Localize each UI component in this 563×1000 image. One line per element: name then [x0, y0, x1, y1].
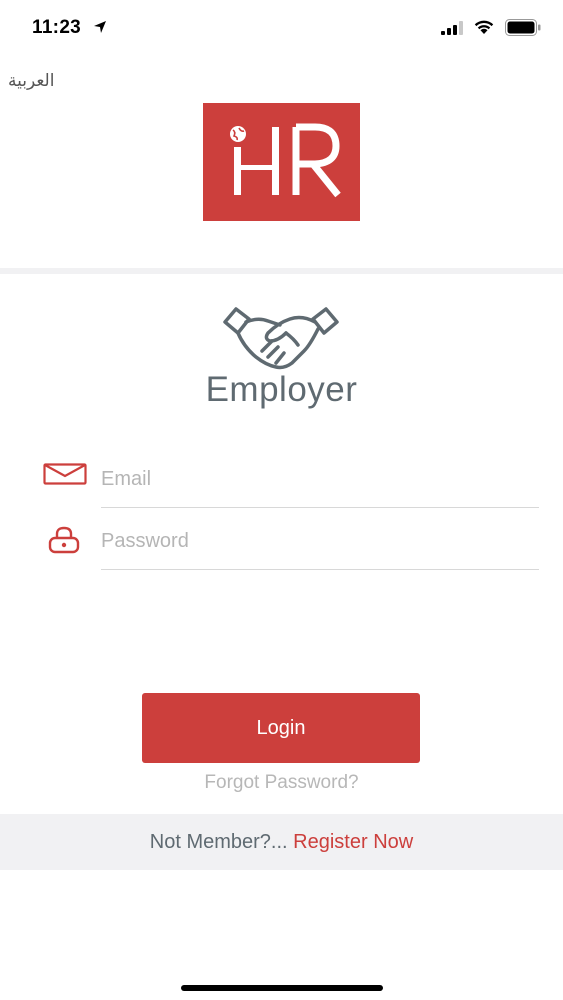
status-bar: 11:23 — [0, 0, 563, 56]
email-field — [101, 460, 539, 508]
battery-icon — [505, 19, 541, 36]
email-input[interactable] — [101, 460, 539, 498]
location-arrow-icon — [94, 21, 106, 33]
ihr-logo — [203, 103, 360, 221]
home-indicator — [181, 985, 383, 991]
forgot-password-link[interactable]: Forgot Password? — [0, 772, 563, 794]
cellular-signal-icon — [441, 21, 463, 35]
section-divider — [0, 268, 563, 274]
globe-icon — [230, 126, 246, 142]
password-input[interactable] — [101, 522, 539, 560]
wifi-icon — [474, 20, 494, 34]
lock-icon — [48, 526, 80, 554]
role-title: Employer — [205, 370, 358, 409]
login-button[interactable]: Login — [142, 693, 420, 763]
register-now-link[interactable]: Register Now — [293, 831, 413, 853]
password-field — [101, 522, 539, 570]
handshake-icon — [223, 307, 339, 370]
mail-icon — [43, 463, 87, 485]
not-member-text: Not Member?... — [149, 831, 288, 853]
language-toggle-link[interactable]: العربية — [8, 71, 54, 91]
status-time: 11:23 — [32, 17, 82, 38]
register-strip: Not Member?... Register Now — [0, 814, 563, 870]
